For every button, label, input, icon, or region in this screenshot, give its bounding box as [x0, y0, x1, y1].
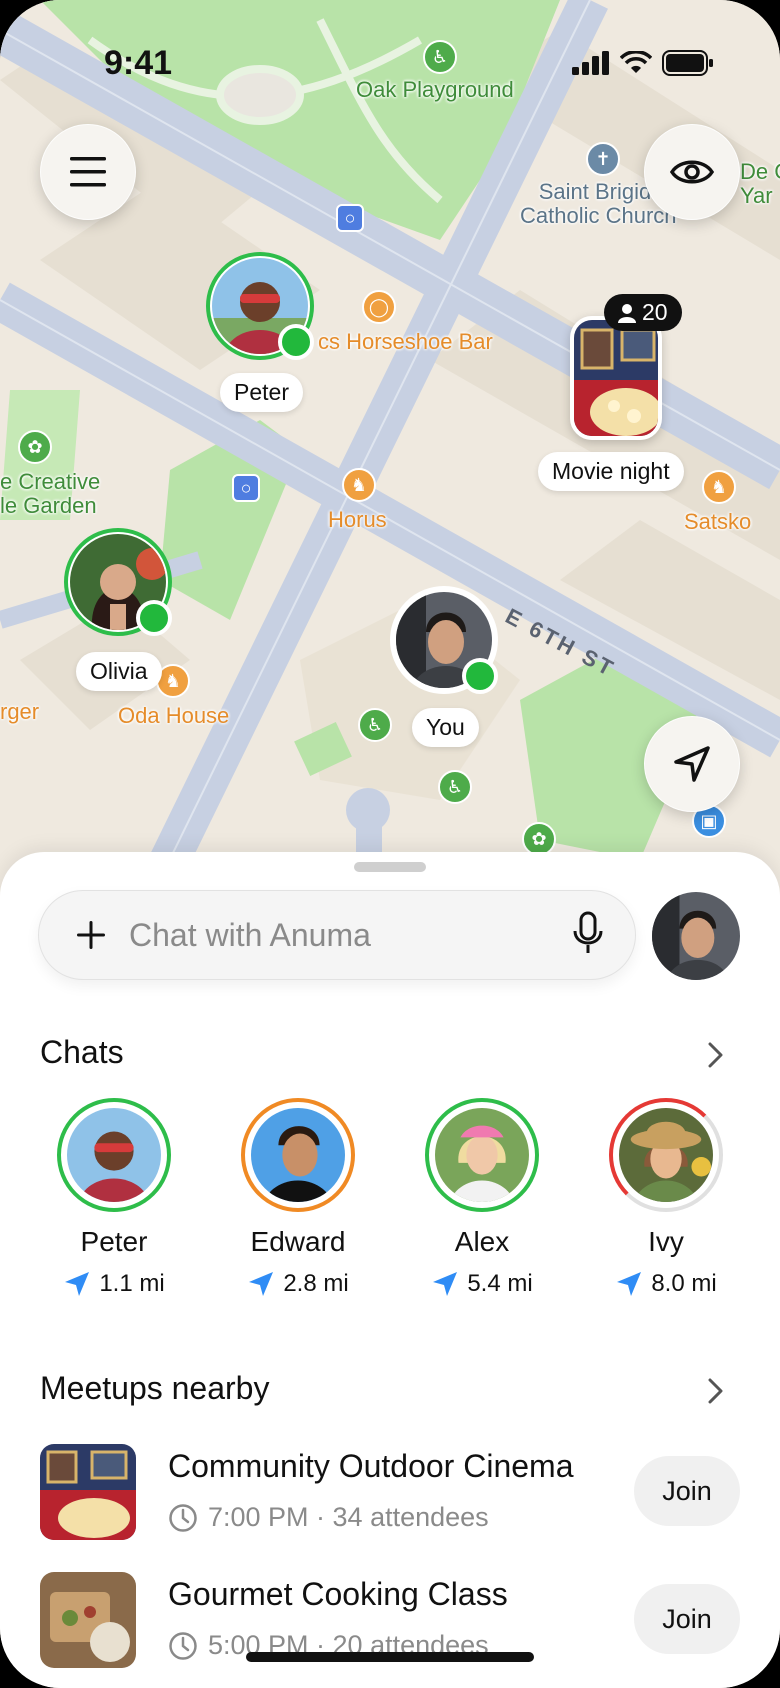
distance-value: 5.4 mi [467, 1270, 533, 1297]
map-marker-you[interactable] [390, 586, 498, 694]
meetup-title: Gourmet Cooking Class [168, 1576, 508, 1612]
attendee-count-badge: 20 [604, 294, 682, 331]
map-label-de-co: De C Yar [740, 159, 780, 208]
chat-name: Edward [250, 1226, 346, 1257]
location-arrow-icon [65, 1272, 90, 1296]
chevron-right-icon[interactable] [702, 1378, 728, 1404]
status-bar: 9:41 [0, 0, 780, 120]
status-icons [572, 50, 714, 76]
distance-value: 2.8 mi [283, 1270, 349, 1297]
online-indicator [136, 600, 172, 636]
profile-avatar[interactable] [652, 892, 740, 980]
chat-item-alex[interactable]: Alex 5.4 mi [402, 1098, 562, 1298]
chat-distance: 2.8 mi [218, 1270, 378, 1298]
eye-icon [670, 160, 714, 184]
map-label-creative-garden: e Creative le Garden [0, 469, 101, 518]
phone-screen: Oak Playground Saint Brigid Catholic Chu… [0, 0, 780, 1688]
meetup-item-outdoor-cinema[interactable]: Community Outdoor Cinema 7:00 PM · 34 at… [40, 1444, 740, 1544]
chat-name: Alex [454, 1226, 510, 1257]
location-arrow-icon [617, 1272, 642, 1296]
chat-item-edward[interactable]: Edward 2.8 mi [218, 1098, 378, 1298]
map-label-satsko: Satsko [684, 509, 752, 534]
visibility-button[interactable] [644, 124, 740, 220]
clock-icon [169, 1631, 197, 1660]
online-indicator [462, 658, 498, 694]
chevron-right-icon[interactable] [702, 1042, 728, 1068]
avatar [241, 1098, 355, 1212]
map-label-horus: Horus [328, 507, 387, 532]
menu-button[interactable] [40, 124, 136, 220]
meetup-thumbnail [40, 1444, 136, 1540]
map-label-horseshoe-bar: cs Horseshoe Bar [318, 329, 493, 354]
clock-icon [169, 1503, 197, 1532]
avatar [425, 1098, 539, 1212]
map-label-burger: rger [0, 699, 40, 724]
restaurant-icon: ♞ [702, 470, 736, 504]
chat-distance: 5.4 mi [402, 1270, 562, 1298]
chat-name: Peter [80, 1226, 148, 1257]
map-marker-peter[interactable] [206, 252, 314, 360]
bike-share-icon: ○ [336, 204, 364, 232]
chat-distance: 1.1 mi [34, 1270, 194, 1298]
hamburger-menu-icon [70, 157, 106, 187]
map-view[interactable]: Oak Playground Saint Brigid Catholic Chu… [0, 0, 780, 900]
avatar [609, 1098, 723, 1212]
garden-icon: ✿ [522, 822, 556, 856]
plus-icon[interactable] [73, 917, 109, 953]
meetup-meta: 7:00 PM · 34 attendees [168, 1502, 489, 1533]
cocktail-icon: ◯ [362, 290, 396, 324]
wifi-icon [620, 51, 652, 73]
meetups-section-title: Meetups nearby [40, 1370, 270, 1406]
accessible-icon: ♿ [438, 770, 472, 804]
chat-distance: 8.0 mi [586, 1270, 746, 1298]
join-button[interactable]: Join [634, 1584, 740, 1654]
cellular-signal-icon [572, 51, 609, 75]
marker-label-you: You [412, 708, 479, 747]
battery-icon [662, 50, 713, 76]
meetup-thumbnail [40, 1572, 136, 1668]
chat-item-peter[interactable]: Peter 1.1 mi [34, 1098, 194, 1298]
location-arrow-icon [249, 1272, 274, 1296]
chat-name: Ivy [648, 1226, 684, 1257]
distance-value: 1.1 mi [99, 1270, 165, 1297]
bottom-sheet[interactable]: Chat with Anuma Chats Peter 1.1 mi Edwar… [0, 852, 780, 1688]
distance-value: 8.0 mi [651, 1270, 717, 1297]
marker-label-movie-night: Movie night [538, 452, 684, 491]
marker-label-peter: Peter [220, 373, 303, 412]
chats-section-title: Chats [40, 1034, 124, 1070]
join-button[interactable]: Join [634, 1456, 740, 1526]
map-marker-movie-night[interactable] [570, 316, 662, 440]
chat-input[interactable]: Chat with Anuma [38, 890, 636, 980]
chat-input-placeholder: Chat with Anuma [129, 917, 371, 953]
accessible-icon: ♿ [358, 708, 392, 742]
status-time: 9:41 [104, 44, 173, 82]
online-indicator [278, 324, 314, 360]
chat-item-ivy[interactable]: Ivy 8.0 mi [586, 1098, 746, 1298]
avatar [57, 1098, 171, 1212]
location-arrow-icon [433, 1272, 458, 1296]
navigation-arrow-icon [674, 746, 710, 782]
sheet-grabber[interactable] [354, 862, 426, 872]
microphone-icon[interactable] [573, 911, 603, 955]
person-icon [618, 303, 636, 323]
map-marker-olivia[interactable] [64, 528, 172, 636]
garden-icon: ✿ [18, 430, 52, 464]
attendee-count: 20 [642, 299, 668, 325]
meetup-title: Community Outdoor Cinema [168, 1448, 574, 1484]
home-indicator[interactable] [246, 1652, 534, 1662]
recenter-location-button[interactable] [644, 716, 740, 812]
map-label-oda-house: Oda House [118, 703, 230, 728]
restaurant-icon: ♞ [342, 468, 376, 502]
bike-share-icon: ○ [232, 474, 260, 502]
church-icon: ✝ [586, 142, 620, 176]
meetup-time-attendees: 7:00 PM · 34 attendees [208, 1502, 489, 1532]
marker-label-olivia: Olivia [76, 652, 162, 691]
